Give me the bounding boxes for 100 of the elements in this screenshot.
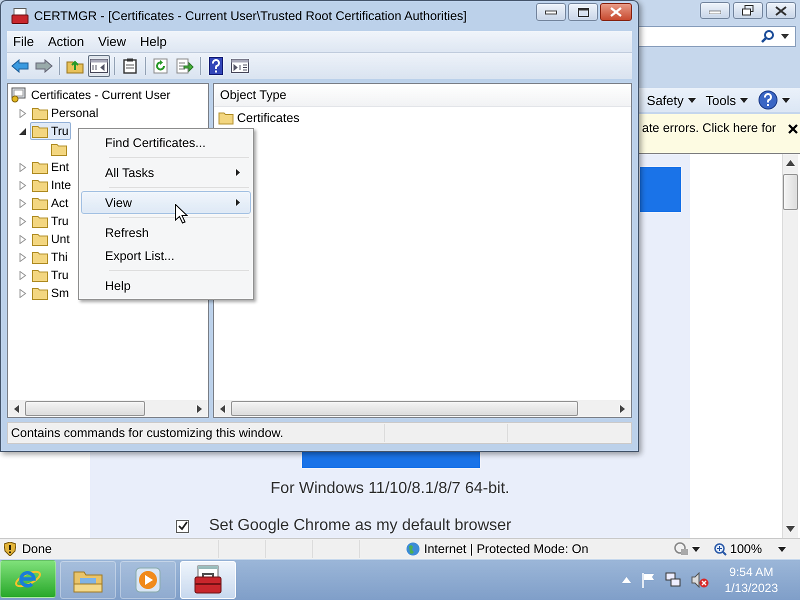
- tree-item[interactable]: Act: [30, 194, 70, 212]
- scroll-left-arrow-icon[interactable]: [14, 404, 19, 412]
- scroll-up-arrow-icon[interactable]: [786, 160, 795, 166]
- help-menu-button[interactable]: [758, 90, 790, 110]
- search-icon: [761, 29, 775, 43]
- expand-arrow-icon[interactable]: [19, 198, 27, 208]
- expand-arrow-icon[interactable]: [19, 108, 27, 118]
- minimize-icon: [709, 8, 721, 14]
- network-icon[interactable]: [664, 572, 681, 588]
- folder-icon: [32, 232, 48, 246]
- mouse-pointer-icon: [175, 204, 188, 224]
- checkmark-icon: [178, 521, 188, 531]
- speaker-muted-icon[interactable]: [690, 572, 709, 588]
- tree-item[interactable]: Tru: [30, 266, 71, 284]
- folder-icon: [32, 106, 48, 120]
- tree-item[interactable]: Tru: [30, 122, 71, 140]
- menu-item[interactable]: All Tasks: [81, 161, 251, 184]
- scroll-thumb[interactable]: [783, 174, 798, 210]
- scroll-right-arrow-icon[interactable]: [197, 404, 202, 412]
- expand-arrow-icon[interactable]: [19, 162, 27, 172]
- folder-up-icon: [66, 58, 84, 74]
- collapse-arrow-icon[interactable]: [19, 126, 27, 136]
- folder-icon: [32, 196, 48, 210]
- menu-item[interactable]: Find Certificates...: [81, 131, 251, 154]
- expand-arrow-icon[interactable]: [19, 252, 27, 262]
- scroll-left-arrow-icon[interactable]: [220, 404, 225, 412]
- close-button[interactable]: [600, 3, 632, 21]
- minimize-icon: [545, 10, 557, 14]
- refresh-icon: [153, 58, 169, 74]
- caret-icon: [781, 34, 789, 38]
- tree-pane-icon: [90, 59, 108, 73]
- export-list-icon: [176, 58, 194, 74]
- window-title: CERTMGR - [Certificates - Current User\Trusted Root Certification Authorities]: [34, 9, 467, 23]
- folder-icon: [32, 214, 48, 228]
- globe-icon: [406, 542, 420, 556]
- menu-item[interactable]: Help: [134, 32, 175, 51]
- command-menu-button[interactable]: Tools: [706, 92, 748, 108]
- caret-icon[interactable]: [778, 546, 786, 552]
- menu-item[interactable]: View: [81, 191, 251, 214]
- zoom-button[interactable]: 100%: [714, 542, 762, 556]
- folder-icon: [32, 178, 48, 192]
- tree-item[interactable]: Thi: [30, 248, 70, 266]
- expand-arrow-icon[interactable]: [19, 216, 27, 226]
- menu-item[interactable]: Help: [81, 274, 251, 297]
- scroll-down-arrow-icon[interactable]: [786, 526, 795, 532]
- list-item[interactable]: Certificates: [237, 111, 300, 125]
- expand-arrow-icon[interactable]: [19, 180, 27, 190]
- restore-icon: [742, 5, 754, 16]
- menu-item[interactable]: Export List...: [81, 244, 251, 267]
- tree-item[interactable]: Ent: [30, 158, 72, 176]
- menu-item[interactable]: Refresh: [81, 221, 251, 244]
- scroll-thumb[interactable]: [231, 401, 578, 416]
- caret-icon: [688, 98, 696, 102]
- information-bar-text[interactable]: ate errors. Click here for: [642, 121, 776, 135]
- expand-arrow-icon[interactable]: [19, 270, 27, 280]
- maximize-icon: [578, 8, 588, 16]
- menu-item[interactable]: View: [92, 32, 134, 51]
- shield-warning-icon: [4, 542, 16, 556]
- folder-icon: [32, 286, 48, 300]
- vertical-scrollbar[interactable]: [782, 154, 798, 538]
- close-icon: [610, 7, 622, 17]
- checkbox-label: Set Google Chrome as my default browser: [209, 517, 512, 535]
- maximize-button[interactable]: [568, 3, 598, 21]
- right-arrow-icon: [35, 59, 53, 73]
- tree-item[interactable]: Tru: [30, 212, 71, 230]
- column-header[interactable]: Object Type: [214, 84, 292, 106]
- tree-item[interactable]: Unt: [30, 230, 72, 248]
- tree-item[interactable]: Personal: [30, 104, 100, 122]
- search-field[interactable]: [636, 26, 796, 46]
- caret-icon: [740, 98, 748, 102]
- scroll-right-arrow-icon[interactable]: [620, 404, 625, 412]
- platform-caption: For Windows 11/10/8.1/8/7 64-bit.: [270, 480, 510, 498]
- minimize-button[interactable]: [536, 3, 566, 21]
- blocker-icon: [673, 542, 690, 556]
- certificate-computer-icon: [11, 87, 27, 103]
- horizontal-scrollbar[interactable]: [214, 400, 631, 417]
- restore-button[interactable]: [733, 2, 763, 19]
- tree-item[interactable]: Certificates - Current User: [31, 88, 170, 102]
- toolbox-icon: [11, 8, 29, 24]
- command-menu-button[interactable]: Safety: [646, 92, 696, 108]
- taskbar-button[interactable]: [180, 561, 236, 599]
- help-icon: [758, 90, 778, 110]
- folder-icon: [32, 268, 48, 282]
- folder-icon: [32, 160, 48, 174]
- close-button[interactable]: [766, 2, 796, 19]
- show-tree-button[interactable]: [88, 55, 110, 77]
- close-icon: [788, 124, 798, 134]
- action-pane-icon: [231, 59, 249, 73]
- scroll-thumb[interactable]: [25, 401, 145, 416]
- menu-item[interactable]: Action: [42, 32, 92, 51]
- tree-item[interactable]: Sm: [30, 284, 71, 302]
- expand-arrow-icon[interactable]: [19, 288, 27, 298]
- expand-arrow-icon[interactable]: [19, 234, 27, 244]
- menu-item[interactable]: File: [7, 32, 42, 51]
- status-text: Done: [22, 542, 53, 556]
- popup-blocker-button[interactable]: [673, 542, 700, 556]
- tree-item[interactable]: Inte: [30, 176, 74, 194]
- folder-icon: [32, 124, 48, 138]
- checkbox[interactable]: [176, 520, 189, 532]
- horizontal-scrollbar[interactable]: [8, 400, 208, 417]
